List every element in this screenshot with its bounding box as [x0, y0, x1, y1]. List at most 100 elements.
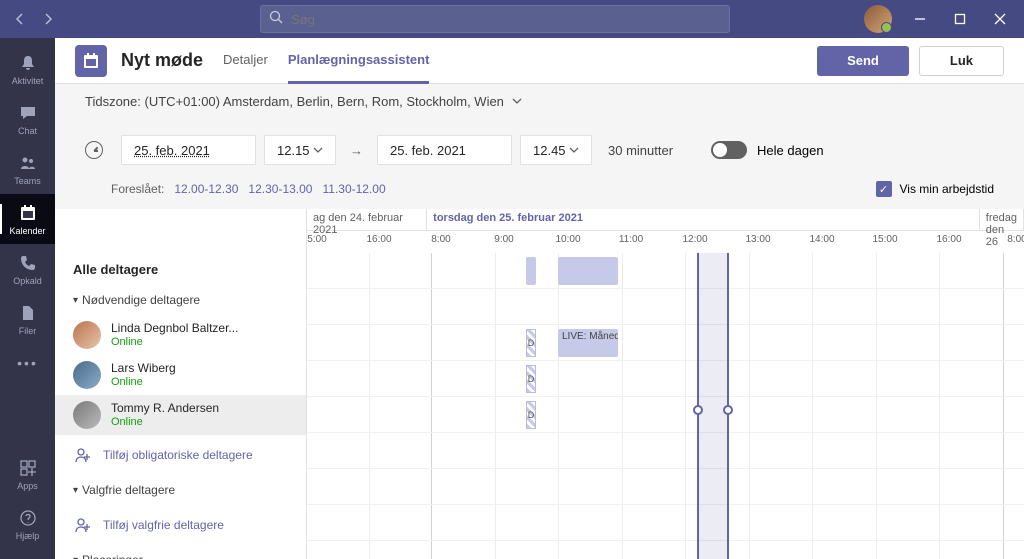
help-icon [17, 507, 39, 529]
rail-label: Teams [14, 176, 41, 186]
teams-icon [17, 152, 39, 174]
file-icon [17, 302, 39, 324]
timeline-row: D LIVE: Månede [307, 325, 1024, 361]
tentative-block[interactable]: D [526, 329, 536, 357]
phone-icon [17, 252, 39, 274]
attendee-panel: Alle deltagere ▾ Nødvendige deltagere Li… [55, 209, 307, 559]
day-header: ag den 24. februar 2021 [307, 209, 427, 230]
chat-icon [17, 102, 39, 124]
search-input[interactable] [291, 12, 721, 27]
maximize-icon[interactable] [944, 3, 976, 35]
timeline-row [307, 253, 1024, 289]
send-button[interactable]: Send [817, 46, 909, 76]
timeline-row [307, 469, 1024, 505]
optional-section-header[interactable]: ▾ Valgfrie deltagere [55, 475, 306, 505]
locations-section-header[interactable]: ▾ Placeringer [55, 545, 306, 559]
bell-icon [17, 52, 39, 74]
rail-label: Kalender [9, 226, 45, 236]
tentative-block[interactable]: D [526, 365, 536, 393]
tab-details[interactable]: Detaljer [223, 38, 268, 84]
required-section-header[interactable]: ▾ Nødvendige deltagere [55, 285, 306, 315]
rail-files[interactable]: Filer [0, 294, 55, 344]
all-attendees-header: Alle deltagere [55, 254, 306, 285]
timeline-grid[interactable]: ag den 24. februar 2021 torsdag den 25. … [307, 209, 1024, 559]
rail-chat[interactable]: Chat [0, 94, 55, 144]
attendee-status: Online [111, 416, 219, 429]
add-optional-button[interactable]: Tilføj valgfrie deltagere [55, 505, 306, 545]
suggest-time[interactable]: 12.00-12.30 [174, 182, 238, 196]
chevron-down-icon [512, 94, 522, 109]
busy-block[interactable] [526, 257, 536, 285]
selection-handle-left[interactable] [693, 405, 703, 415]
selection-handle-right[interactable] [723, 405, 733, 415]
rail-label: Filer [19, 326, 37, 336]
clock-icon [85, 141, 103, 159]
minimize-icon[interactable] [904, 3, 936, 35]
timeline-row: D [307, 397, 1024, 433]
rail-label: Aktivitet [12, 76, 44, 86]
rail-apps[interactable]: Apps [0, 449, 55, 499]
app-rail: Aktivitet Chat Teams Kalender Opkald Fil… [0, 38, 55, 559]
suggest-label: Foreslået: [111, 182, 164, 196]
hour-headers: 5:00 16:00 8:00 9:00 10:00 11:00 12:00 1… [307, 231, 1024, 253]
attendee-name: Linda Degnbol Baltzer... [111, 321, 238, 335]
close-window-icon[interactable] [984, 3, 1016, 35]
suggest-time[interactable]: 11.30-12.00 [322, 182, 385, 196]
rail-help[interactable]: Hjælp [0, 499, 55, 549]
suggest-time[interactable]: 12.30-13.00 [248, 182, 312, 196]
avatar [73, 361, 101, 389]
avatar [73, 321, 101, 349]
caret-down-icon: ▾ [73, 555, 78, 559]
nav-back-icon[interactable] [8, 7, 32, 31]
busy-block[interactable]: LIVE: Månede [558, 329, 618, 357]
add-person-icon [73, 445, 93, 465]
start-date-input[interactable]: 25. feb. 2021 [121, 135, 256, 165]
add-person-icon [73, 515, 93, 535]
rail-label: Opkald [13, 276, 42, 286]
rail-teams[interactable]: Teams [0, 144, 55, 194]
attendee-item[interactable]: Tommy R. Andersen Online [55, 395, 306, 435]
timeline-row [307, 505, 1024, 541]
time-selection[interactable] [697, 253, 729, 559]
title-bar [0, 0, 1024, 38]
start-time-select[interactable]: 12.15 [264, 135, 336, 165]
avatar [73, 401, 101, 429]
end-date-input[interactable]: 25. feb. 2021 [377, 135, 512, 165]
search-box[interactable] [260, 5, 730, 33]
meeting-icon [75, 45, 107, 77]
caret-down-icon: ▾ [73, 485, 78, 496]
apps-icon [17, 457, 39, 479]
duration-text: 30 minutter [608, 143, 673, 158]
timeline-row [307, 433, 1024, 469]
end-time-select[interactable]: 12.45 [520, 135, 592, 165]
timezone-row[interactable]: Tidszone: (UTC+01:00) Amsterdam, Berlin,… [55, 84, 1024, 119]
add-required-label: Tilføj obligatoriske deltagere [103, 448, 253, 462]
rail-calendar[interactable]: Kalender [0, 194, 55, 244]
rail-label: Hjælp [16, 531, 40, 541]
busy-block[interactable] [558, 257, 618, 285]
attendee-status: Online [111, 376, 176, 389]
close-button[interactable]: Luk [919, 46, 1004, 76]
attendee-name: Lars Wiberg [111, 361, 176, 375]
rail-activity[interactable]: Aktivitet [0, 44, 55, 94]
calendar-icon [17, 202, 39, 224]
day-header: fredag den 26 [980, 209, 1024, 230]
nav-forward-icon[interactable] [36, 7, 60, 31]
workday-checkbox[interactable]: ✓ [876, 181, 892, 197]
allday-label: Hele dagen [757, 143, 824, 158]
rail-calls[interactable]: Opkald [0, 244, 55, 294]
attendee-item[interactable]: Linda Degnbol Baltzer... Online [55, 315, 306, 355]
page-title: Nyt møde [121, 50, 203, 71]
user-avatar[interactable] [864, 5, 892, 33]
meeting-header: Nyt møde Detaljer Planlægningsassistent … [55, 38, 1024, 84]
rail-more-icon[interactable]: ••• [17, 348, 38, 378]
allday-toggle[interactable] [711, 141, 747, 159]
tab-scheduling[interactable]: Planlægningsassistent [288, 38, 430, 84]
suggestions-row: Foreslået: 12.00-12.30 12.30-13.00 11.30… [55, 181, 1024, 209]
attendee-status: Online [111, 336, 238, 349]
tentative-block[interactable]: D [526, 401, 536, 429]
attendee-item[interactable]: Lars Wiberg Online [55, 355, 306, 395]
timeline-row: D [307, 361, 1024, 397]
timezone-label: Tidszone: (UTC+01:00) Amsterdam, Berlin,… [85, 94, 504, 109]
add-required-button[interactable]: Tilføj obligatoriske deltagere [55, 435, 306, 475]
